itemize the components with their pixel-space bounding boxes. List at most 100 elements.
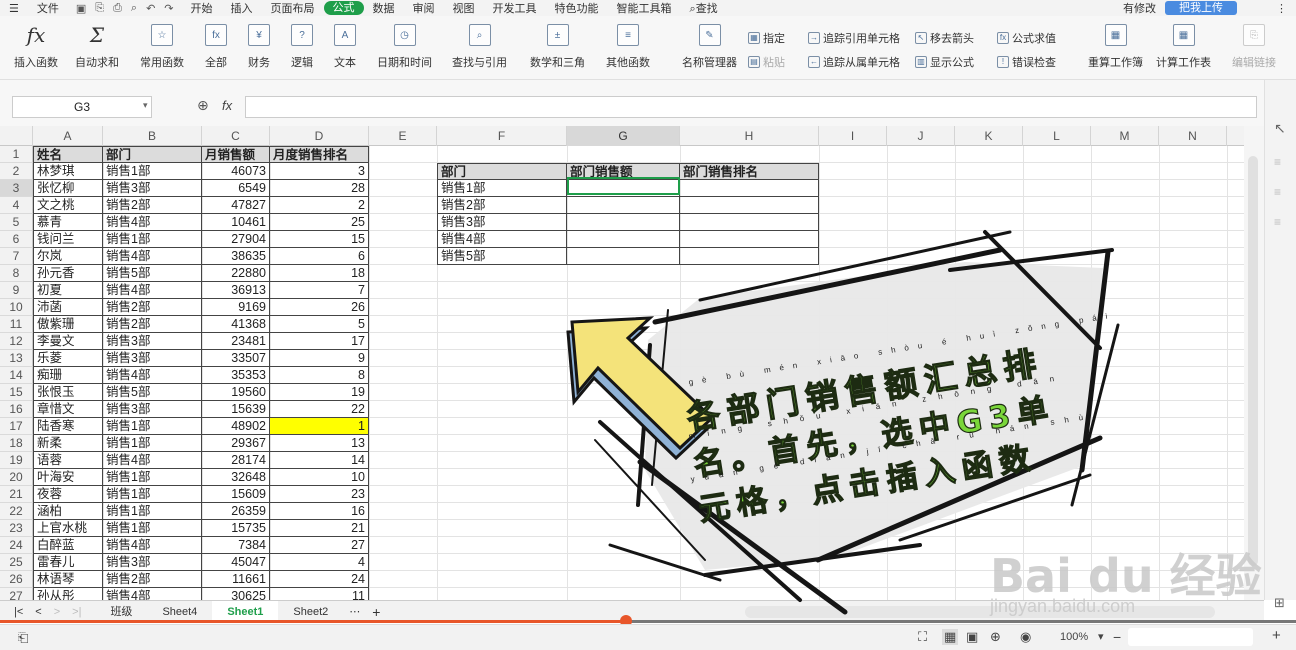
name-box-dropdown-icon[interactable]: ▾ <box>143 100 148 111</box>
macro-record-icon[interactable]: ⎗ <box>18 630 28 646</box>
table-cell[interactable]: 叶海安 <box>33 469 103 486</box>
table-cell[interactable]: 19 <box>270 384 369 401</box>
col-header-f[interactable]: F <box>437 126 567 146</box>
table-cell[interactable]: 32648 <box>202 469 270 486</box>
upload-button[interactable]: 把我上传 <box>1165 1 1237 15</box>
table-cell[interactable]: 张恨玉 <box>33 384 103 401</box>
tab-insert[interactable]: 插入 <box>222 0 262 16</box>
tab-review[interactable]: 审阅 <box>404 0 444 16</box>
dept-table-cell[interactable] <box>567 231 680 248</box>
table-cell[interactable]: 白醉蓝 <box>33 537 103 554</box>
dept-table-cell[interactable] <box>567 214 680 231</box>
page-break-view-icon[interactable]: ⊕ <box>990 629 1001 645</box>
dept-table-cell[interactable]: 销售5部 <box>437 248 567 265</box>
table-cell[interactable]: 销售4部 <box>103 214 202 231</box>
dept-table-cell[interactable] <box>680 180 819 197</box>
col-header-g[interactable]: G <box>567 126 680 146</box>
row-header[interactable]: 14 <box>0 367 33 384</box>
table-cell[interactable]: 27 <box>270 537 369 554</box>
dept-table-cell[interactable] <box>680 248 819 265</box>
table-cell[interactable]: 36913 <box>202 282 270 299</box>
zoom-dropdown-icon[interactable]: ▾ <box>1098 630 1104 643</box>
table-cell[interactable]: 销售4部 <box>103 452 202 469</box>
table-cell[interactable]: 销售4部 <box>103 537 202 554</box>
table-cell[interactable]: 23481 <box>202 333 270 350</box>
table-cell[interactable]: 24 <box>270 571 369 588</box>
row-header[interactable]: 12 <box>0 333 33 350</box>
dept-table-cell[interactable] <box>680 231 819 248</box>
col-header-i[interactable]: I <box>819 126 887 146</box>
name-box[interactable]: G3 <box>12 96 152 118</box>
tab-page-layout[interactable]: 页面布局 <box>262 0 324 16</box>
table-cell[interactable]: 11 <box>270 588 369 600</box>
dept-table-cell[interactable]: 销售3部 <box>437 214 567 231</box>
table-cell[interactable]: 15639 <box>202 401 270 418</box>
table-cell[interactable]: 26 <box>270 299 369 316</box>
show-formulas-button[interactable]: ▥ 显示公式 <box>915 54 974 70</box>
table-cell[interactable]: 钱问兰 <box>33 231 103 248</box>
paste-button[interactable]: ▤ 粘贴 <box>748 54 785 70</box>
table-cell[interactable]: 销售3部 <box>103 350 202 367</box>
cloud-status[interactable]: 有修改 <box>1114 0 1165 16</box>
table-cell[interactable]: 傲紫珊 <box>33 316 103 333</box>
table-cell[interactable]: 5 <box>270 316 369 333</box>
table-cell[interactable]: 销售1部 <box>103 163 202 180</box>
table-cell[interactable]: 销售3部 <box>103 554 202 571</box>
row-header[interactable]: 4 <box>0 197 33 214</box>
dept-table-header[interactable]: 部门 <box>437 163 567 180</box>
table-cell[interactable]: 尔岚 <box>33 248 103 265</box>
fullscreen-icon[interactable]: ⛶ <box>918 629 927 645</box>
row-header[interactable]: 2 <box>0 163 33 180</box>
row-header[interactable]: 17 <box>0 418 33 435</box>
table-cell[interactable]: 月度销售排名 <box>270 146 369 163</box>
tab-home[interactable]: 开始 <box>182 0 222 16</box>
more-options-icon[interactable]: ⋮ <box>1267 2 1296 15</box>
table-cell[interactable]: 15735 <box>202 520 270 537</box>
tab-view[interactable]: 视图 <box>444 0 484 16</box>
table-cell[interactable]: 26359 <box>202 503 270 520</box>
table-cell[interactable]: 4 <box>270 554 369 571</box>
table-cell[interactable]: 初夏 <box>33 282 103 299</box>
text-button[interactable]: A 文本 <box>334 24 356 70</box>
row-header[interactable]: 18 <box>0 435 33 452</box>
table-cell[interactable]: 慕青 <box>33 214 103 231</box>
dept-table-cell[interactable]: 销售1部 <box>437 180 567 197</box>
error-check-button[interactable]: ! 错误检查 <box>997 54 1056 70</box>
table-cell[interactable]: 14 <box>270 452 369 469</box>
table-cell[interactable]: 销售2部 <box>103 316 202 333</box>
dept-table-cell[interactable] <box>567 248 680 265</box>
table-cell[interactable]: 销售4部 <box>103 367 202 384</box>
table-cell[interactable]: 文之桃 <box>33 197 103 214</box>
tab-formulas[interactable]: 公式 <box>323 1 364 15</box>
table-cell[interactable]: 17 <box>270 333 369 350</box>
table-cell[interactable]: 销售1部 <box>103 469 202 486</box>
table-cell[interactable]: 销售5部 <box>103 384 202 401</box>
logical-button[interactable]: ? 逻辑 <box>291 24 313 70</box>
tab-developer[interactable]: 开发工具 <box>484 0 546 16</box>
table-cell[interactable]: 李曼文 <box>33 333 103 350</box>
table-cell[interactable]: 孙从彤 <box>33 588 103 600</box>
row-header[interactable]: 27 <box>0 588 33 600</box>
col-header-c[interactable]: C <box>202 126 270 146</box>
zoom-search-icon[interactable]: ⊕ <box>197 97 209 114</box>
table-cell[interactable]: 销售2部 <box>103 571 202 588</box>
specify-button[interactable]: ▦ 指定 <box>748 30 785 46</box>
row-header[interactable]: 13 <box>0 350 33 367</box>
table-cell[interactable]: 乐菱 <box>33 350 103 367</box>
financial-button[interactable]: ¥ 财务 <box>248 24 270 70</box>
eye-protect-icon[interactable]: ◉ <box>1020 629 1031 645</box>
trace-dependents-button[interactable]: ← 追踪从属单元格 <box>808 54 900 70</box>
row-header[interactable]: 25 <box>0 554 33 571</box>
table-cell[interactable]: 27904 <box>202 231 270 248</box>
col-header-e[interactable]: E <box>369 126 437 146</box>
all-functions-button[interactable]: fx 全部 <box>205 24 227 70</box>
table-cell[interactable]: 2 <box>270 197 369 214</box>
common-functions-button[interactable]: ☆ 常用函数 <box>140 24 184 70</box>
row-header[interactable]: 23 <box>0 520 33 537</box>
col-header-a[interactable]: A <box>33 126 103 146</box>
table-cell[interactable]: 销售1部 <box>103 486 202 503</box>
row-header[interactable]: 19 <box>0 452 33 469</box>
tab-data[interactable]: 数据 <box>364 0 404 16</box>
row-header[interactable]: 1 <box>0 146 33 163</box>
table-cell[interactable]: 销售3部 <box>103 333 202 350</box>
